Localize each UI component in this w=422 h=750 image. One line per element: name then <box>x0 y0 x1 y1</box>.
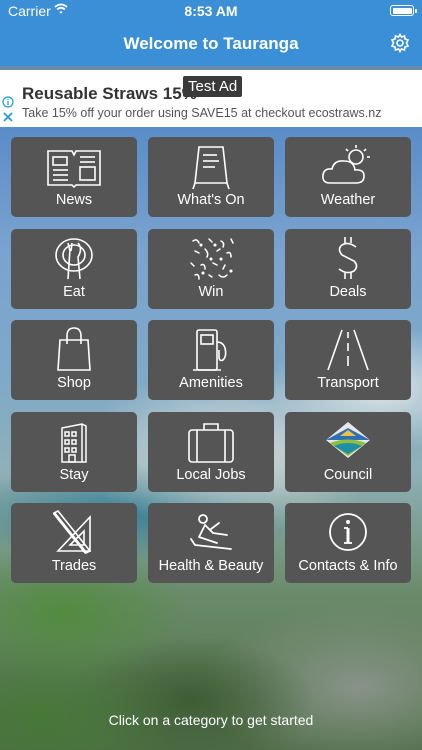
footer-hint: Click on a category to get started <box>108 712 314 728</box>
tile-label: Win <box>198 284 224 300</box>
dollar-icon <box>338 237 358 279</box>
ad-banner[interactable]: Reusable Straws 15% Test Ad Take 15% off… <box>0 70 422 127</box>
easel-board-icon <box>192 146 230 190</box>
test-ad-badge: Test Ad <box>183 76 243 97</box>
tile-stay[interactable]: Stay <box>11 412 137 492</box>
shopping-bag-icon <box>57 327 91 371</box>
tile-label: News <box>55 192 93 208</box>
ad-body[interactable]: Take 15% off your order using SAVE15 at … <box>22 106 381 120</box>
tile-label: Council <box>323 467 373 483</box>
council-logo-icon <box>326 422 370 458</box>
confetti-icon <box>190 238 234 280</box>
tile-label: Trades <box>51 558 97 574</box>
tile-whats-on[interactable]: What's On <box>148 137 274 217</box>
tile-label: Contacts & Info <box>298 558 398 574</box>
tile-contacts-info[interactable]: Contacts & Info <box>285 503 411 583</box>
close-icon[interactable] <box>2 111 14 123</box>
massage-person-icon <box>190 514 232 550</box>
info-circle-icon <box>329 513 367 551</box>
tile-label: Shop <box>57 375 91 391</box>
tile-eat[interactable]: Eat <box>11 229 137 309</box>
newspaper-icon <box>47 150 101 189</box>
nav-bar: Welcome to Tauranga <box>0 22 422 66</box>
tile-label: Local Jobs <box>176 467 246 483</box>
page-title: Welcome to Tauranga <box>123 34 299 53</box>
gear-icon[interactable] <box>390 32 410 54</box>
road-icon <box>327 329 369 371</box>
tile-council[interactable]: Council <box>285 412 411 492</box>
tile-label: Stay <box>59 467 89 483</box>
tile-health-beauty[interactable]: Health & Beauty <box>148 503 274 583</box>
status-bar: Carrier 8:53 AM <box>0 0 422 22</box>
tile-win[interactable]: Win <box>148 229 274 309</box>
hotel-building-icon <box>61 423 87 463</box>
briefcase-icon <box>188 423 234 463</box>
tile-label: Deals <box>329 284 367 300</box>
tile-label: Eat <box>63 284 85 300</box>
tile-local-jobs[interactable]: Local Jobs <box>148 412 274 492</box>
ad-body-text: Take 15% off your order using SAVE15 at … <box>22 106 306 120</box>
info-icon[interactable] <box>2 96 14 108</box>
tile-weather[interactable]: Weather <box>285 137 411 217</box>
tile-label: Transport <box>317 375 379 391</box>
tile-news[interactable]: News <box>11 137 137 217</box>
plate-cutlery-icon <box>55 238 93 280</box>
tile-label: Health & Beauty <box>158 558 264 574</box>
tile-shop[interactable]: Shop <box>11 320 137 400</box>
ad-domain: ecostraws.nz <box>308 106 382 120</box>
ad-headline[interactable]: Reusable Straws 15% <box>22 84 197 104</box>
set-square-ruler-icon <box>52 509 92 555</box>
fuel-pump-icon <box>193 329 227 371</box>
tile-label: What's On <box>177 192 245 208</box>
tile-label: Amenities <box>179 375 243 391</box>
tile-transport[interactable]: Transport <box>285 320 411 400</box>
battery-icon <box>390 5 417 16</box>
tile-amenities[interactable]: Amenities <box>148 320 274 400</box>
tile-label: Weather <box>320 192 376 208</box>
clock: 8:53 AM <box>184 3 238 19</box>
cloud-sun-icon <box>322 145 370 184</box>
tile-trades[interactable]: Trades <box>11 503 137 583</box>
tile-deals[interactable]: Deals <box>285 229 411 309</box>
